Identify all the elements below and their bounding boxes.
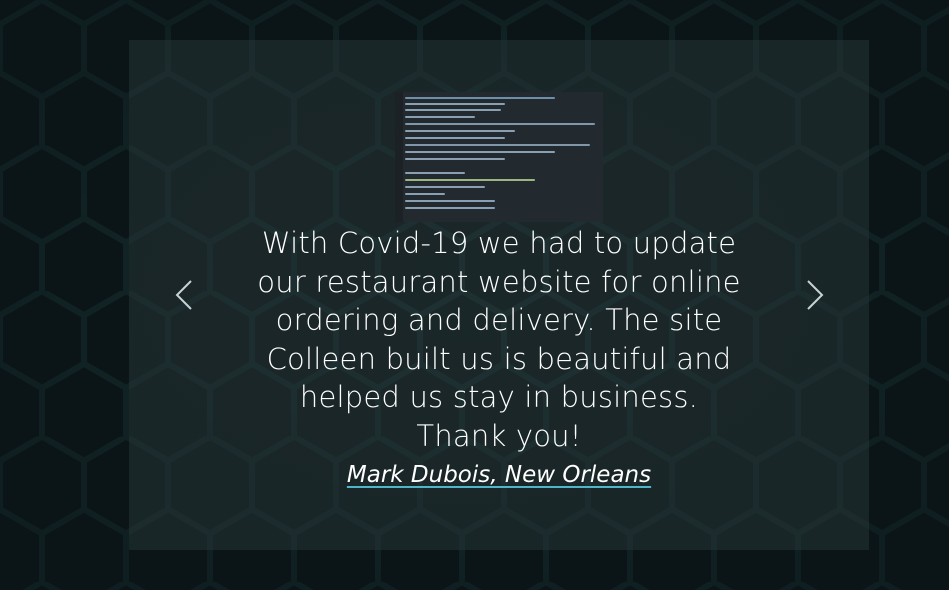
next-slide-button[interactable] [799,275,829,315]
code-screenshot-image [395,92,603,222]
testimonial-author-link[interactable]: Mark Dubois, New Orleans [254,462,744,488]
previous-slide-button[interactable] [170,275,200,315]
chevron-left-icon [175,280,192,310]
chevron-right-icon [807,280,824,310]
testimonial-quote: With Covid-19 we had to update our resta… [257,226,741,453]
